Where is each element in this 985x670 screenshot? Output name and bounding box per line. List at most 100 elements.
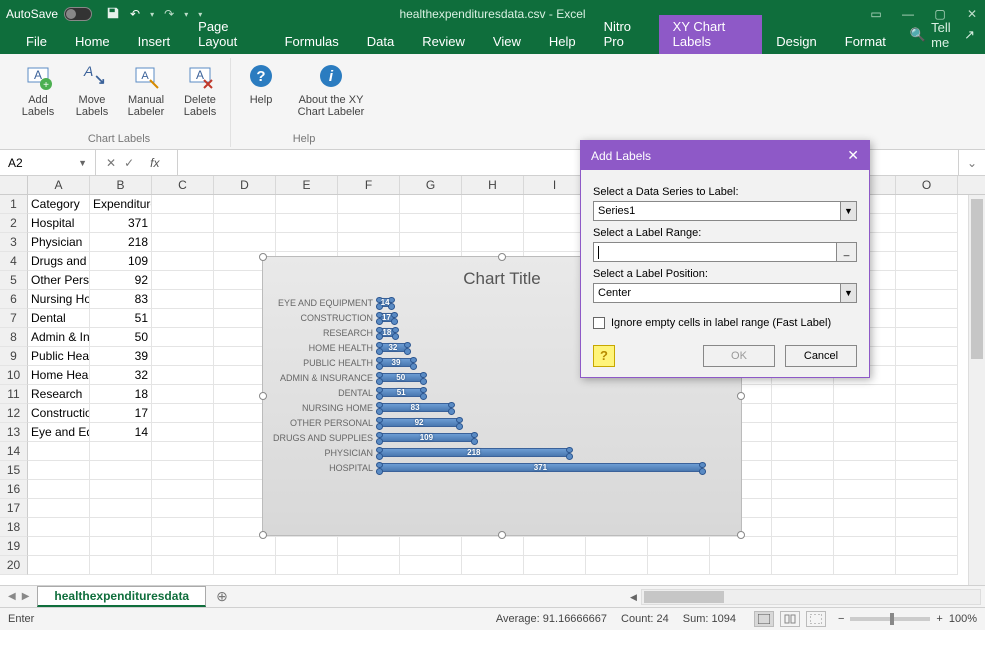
tab-nitro-pro[interactable]: Nitro Pro xyxy=(590,15,659,54)
chart-bar-row[interactable]: HOSPITAL371 xyxy=(269,460,727,475)
cell[interactable] xyxy=(338,556,400,575)
cell[interactable] xyxy=(276,556,338,575)
cell[interactable] xyxy=(524,537,586,556)
series-select[interactable]: Series1 ▼ xyxy=(593,201,857,221)
cell[interactable] xyxy=(400,556,462,575)
cell[interactable] xyxy=(834,461,896,480)
row-header[interactable]: 13 xyxy=(0,423,28,442)
cell[interactable] xyxy=(586,556,648,575)
chart-bar-row[interactable]: PHYSICIAN218 xyxy=(269,445,727,460)
fx-icon[interactable]: fx xyxy=(142,156,167,170)
cell[interactable] xyxy=(462,537,524,556)
cell[interactable] xyxy=(896,252,958,271)
cell[interactable] xyxy=(772,518,834,537)
cell[interactable] xyxy=(152,214,214,233)
cell[interactable] xyxy=(462,556,524,575)
row-header[interactable]: 2 xyxy=(0,214,28,233)
cell[interactable] xyxy=(276,195,338,214)
cell[interactable] xyxy=(400,214,462,233)
cell[interactable] xyxy=(896,309,958,328)
chart-bar[interactable]: 14 xyxy=(379,298,391,307)
tab-home[interactable]: Home xyxy=(61,30,124,54)
cell[interactable] xyxy=(214,195,276,214)
cell[interactable] xyxy=(896,271,958,290)
col-header[interactable]: D xyxy=(214,176,276,194)
cell[interactable] xyxy=(400,195,462,214)
cell[interactable] xyxy=(834,518,896,537)
page-layout-view-button[interactable] xyxy=(780,611,800,627)
cell[interactable] xyxy=(90,442,152,461)
row-header[interactable]: 18 xyxy=(0,518,28,537)
cell[interactable] xyxy=(462,233,524,252)
chevron-down-icon[interactable]: ▼ xyxy=(840,202,856,220)
cell[interactable] xyxy=(152,385,214,404)
cell[interactable] xyxy=(152,252,214,271)
chart-bar[interactable]: 39 xyxy=(379,358,413,367)
autosave-toggle[interactable]: AutoSave xyxy=(6,7,92,21)
close-icon[interactable]: ✕ xyxy=(847,147,859,164)
tab-insert[interactable]: Insert xyxy=(124,30,185,54)
cell[interactable]: 50 xyxy=(90,328,152,347)
cell[interactable] xyxy=(772,461,834,480)
ignore-empty-checkbox[interactable]: Ignore empty cells in label range (Fast … xyxy=(593,317,857,329)
sheet-tab[interactable]: healthexpendituresdata xyxy=(37,586,206,607)
ribbon-options-icon[interactable]: ▭ xyxy=(869,7,883,21)
undo-icon[interactable]: ↶ xyxy=(130,7,140,21)
cell[interactable]: Expenditures xyxy=(90,195,152,214)
cell[interactable] xyxy=(28,480,90,499)
row-header[interactable]: 17 xyxy=(0,499,28,518)
col-header[interactable]: H xyxy=(462,176,524,194)
cell[interactable] xyxy=(152,271,214,290)
cell[interactable] xyxy=(90,499,152,518)
tab-design[interactable]: Design xyxy=(762,30,830,54)
col-header[interactable]: G xyxy=(400,176,462,194)
chart-bar[interactable]: 92 xyxy=(379,418,459,427)
cell[interactable]: Public Health xyxy=(28,347,90,366)
cell[interactable]: 371 xyxy=(90,214,152,233)
close-button[interactable]: ✕ xyxy=(965,7,979,21)
help-button[interactable]: ? Help xyxy=(237,58,285,118)
cell[interactable] xyxy=(896,214,958,233)
row-header[interactable]: 15 xyxy=(0,461,28,480)
select-all-corner[interactable] xyxy=(0,176,28,194)
label-range-input[interactable] xyxy=(593,242,837,262)
tab-review[interactable]: Review xyxy=(408,30,479,54)
cell[interactable]: Research xyxy=(28,385,90,404)
chevron-down-icon[interactable]: ▼ xyxy=(78,158,87,168)
cell[interactable]: Physician xyxy=(28,233,90,252)
resize-handle[interactable] xyxy=(259,531,267,539)
cell[interactable]: 18 xyxy=(90,385,152,404)
cell[interactable] xyxy=(400,233,462,252)
cell[interactable]: Nursing Home xyxy=(28,290,90,309)
cell[interactable] xyxy=(214,537,276,556)
cell[interactable] xyxy=(28,518,90,537)
enter-formula-icon[interactable]: ✓ xyxy=(124,156,134,170)
resize-handle[interactable] xyxy=(498,531,506,539)
tab-formulas[interactable]: Formulas xyxy=(271,30,353,54)
cell[interactable] xyxy=(338,195,400,214)
zoom-slider[interactable] xyxy=(850,617,930,621)
col-header[interactable]: O xyxy=(896,176,958,194)
cell[interactable] xyxy=(524,556,586,575)
resize-handle[interactable] xyxy=(737,531,745,539)
col-header[interactable]: A xyxy=(28,176,90,194)
chart-bar[interactable]: 32 xyxy=(379,343,407,352)
cell[interactable] xyxy=(400,537,462,556)
col-header[interactable]: B xyxy=(90,176,152,194)
cell[interactable] xyxy=(28,461,90,480)
tell-me-search[interactable]: 🔍 Tell me xyxy=(910,20,956,50)
cell[interactable] xyxy=(152,404,214,423)
cell[interactable] xyxy=(152,347,214,366)
chart-bar[interactable]: 109 xyxy=(379,433,474,442)
cell[interactable] xyxy=(524,195,586,214)
chevron-down-icon[interactable]: ▼ xyxy=(840,284,856,302)
scroll-left-icon[interactable]: ◀ xyxy=(630,590,637,604)
cell[interactable]: 92 xyxy=(90,271,152,290)
cell[interactable] xyxy=(462,214,524,233)
cancel-button[interactable]: Cancel xyxy=(785,345,857,367)
cell[interactable] xyxy=(772,537,834,556)
range-picker-icon[interactable]: _ xyxy=(837,242,857,262)
cell[interactable] xyxy=(710,537,772,556)
zoom-level[interactable]: 100% xyxy=(949,613,977,625)
cell[interactable]: 32 xyxy=(90,366,152,385)
